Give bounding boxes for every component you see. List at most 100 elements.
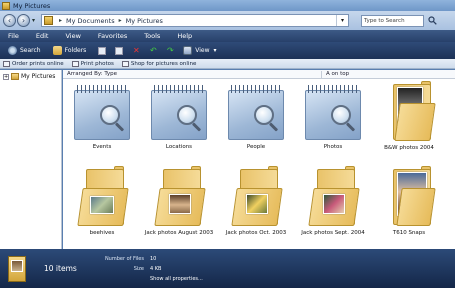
address-path-box[interactable]: ▸ My Documents ▸ My Pictures ▾ [41, 14, 350, 27]
order-prints-icon [3, 60, 10, 67]
item-label: Photos [323, 144, 343, 150]
menu-view[interactable]: View [65, 32, 80, 40]
printer-icon [71, 60, 79, 67]
search-icon [427, 16, 437, 25]
back-button[interactable]: ‹ [3, 14, 16, 27]
views-command-label: View [195, 47, 210, 54]
photo-folder-icon [307, 166, 360, 228]
menu-bar: File Edit View Favorites Tools Help [0, 30, 455, 42]
item-label: Events [92, 144, 112, 150]
search-command-button[interactable]: Search [8, 46, 41, 55]
file-list-pane: Arranged By: Type A on top Events Locati… [63, 70, 455, 249]
views-dropdown-icon[interactable]: ▾ [214, 47, 217, 54]
photo-album-icon [302, 84, 364, 142]
breadcrumb-my-documents[interactable]: My Documents [66, 17, 115, 25]
forward-arrow-icon: › [21, 16, 26, 25]
details-pane: 10 items Number of Files 10 Size 4 KB Sh… [0, 249, 455, 288]
pictures-folder-icon [2, 1, 10, 10]
details-properties: Number of Files 10 Size 4 KB Show all pr… [100, 256, 203, 282]
search-button[interactable] [426, 15, 438, 27]
item-label: T610 Snaps [392, 230, 426, 236]
item-label: Jack photos Oct. 2003 [225, 230, 287, 236]
redo-icon[interactable]: ↷ [166, 46, 174, 55]
photo-album-icon [225, 84, 287, 142]
window-title: My Pictures [13, 1, 51, 10]
task-print-photos[interactable]: Print photos [71, 60, 114, 67]
size-value: 4 KB [150, 265, 162, 272]
task-label: Print photos [80, 60, 114, 67]
undo-icon[interactable]: ↶ [149, 46, 157, 55]
command-bar: Search Folders ✕ ↶ ↷ View ▾ [0, 42, 455, 59]
album-item-locations[interactable]: Locations [141, 84, 217, 150]
arrange-by-label[interactable]: Arranged By: Type [67, 71, 117, 77]
title-bar: My Pictures [0, 0, 455, 11]
path-separator-icon[interactable]: ▸ [119, 17, 122, 24]
photo-folder-icon [230, 166, 283, 228]
search-icon [8, 46, 17, 55]
shop-icon [121, 60, 129, 67]
folder-tree-pane: + My Pictures [0, 70, 62, 249]
address-dropdown-icon[interactable]: ▾ [336, 15, 348, 26]
task-shop-pictures[interactable]: Shop for pictures online [121, 60, 197, 67]
menu-edit[interactable]: Edit [36, 32, 49, 40]
folder-item-jack-sept-2004[interactable]: Jack photos Sept. 2004 [295, 166, 371, 236]
folder-item-jack-aug-2003[interactable]: Jack photos August 2003 [141, 166, 217, 236]
folders-command-label: Folders [64, 47, 87, 54]
item-label: Jack photos Sept. 2004 [301, 230, 365, 236]
folder-item-bw-photos[interactable]: B&W photos 2004 [371, 81, 447, 151]
task-label: Shop for pictures online [130, 60, 197, 67]
photo-folder-icon [153, 166, 206, 228]
back-arrow-icon: ‹ [7, 16, 12, 25]
folders-command-button[interactable]: Folders [52, 46, 87, 55]
menu-help[interactable]: Help [177, 32, 192, 40]
menu-tools[interactable]: Tools [144, 32, 160, 40]
path-separator-icon[interactable]: ▸ [59, 17, 62, 24]
item-label: B&W photos 2004 [384, 145, 434, 151]
task-strip: Order prints online Print photos Shop fo… [0, 59, 455, 69]
item-count: 10 items [44, 264, 77, 273]
folder-item-jack-oct-2003[interactable]: Jack photos Oct. 2003 [218, 166, 294, 236]
show-all-properties-link[interactable]: Show all properties... [150, 276, 203, 282]
search-command-label: Search [20, 47, 41, 54]
sort-group-label[interactable]: A on top [321, 71, 454, 78]
history-dropdown-icon[interactable]: ▾ [32, 17, 35, 24]
pictures-folder-icon [6, 254, 28, 284]
breadcrumb-my-pictures[interactable]: My Pictures [126, 17, 163, 25]
menu-file[interactable]: File [8, 32, 19, 40]
folder-item-beehives[interactable]: beehives [64, 166, 140, 236]
folders-icon [52, 46, 62, 55]
task-label: Order prints online [12, 60, 64, 67]
task-order-prints[interactable]: Order prints online [3, 60, 64, 67]
photo-folder-icon [383, 166, 436, 228]
album-item-photos[interactable]: Photos [295, 84, 371, 150]
forward-button[interactable]: › [17, 14, 30, 27]
tree-item-label: My Pictures [21, 73, 56, 80]
copy-icon[interactable] [98, 46, 107, 55]
album-item-events[interactable]: Events [64, 84, 140, 150]
address-bar: ‹ › ▾ ▸ My Documents ▸ My Pictures ▾ Typ… [0, 11, 455, 30]
menu-favorites[interactable]: Favorites [98, 32, 127, 40]
tree-item-my-pictures[interactable]: + My Pictures [3, 73, 61, 80]
photo-album-icon [71, 84, 133, 142]
folder-item-t610-snaps[interactable]: T610 Snaps [371, 166, 447, 236]
item-label: Locations [165, 144, 193, 150]
folder-path-icon [44, 16, 54, 25]
paste-icon[interactable] [115, 46, 124, 55]
photo-folder-icon [383, 81, 436, 143]
items-grid: Events Locations People Photos B&W photo… [63, 81, 455, 249]
files-count-value: 10 [150, 255, 157, 262]
search-input[interactable]: Type to Search [361, 14, 425, 27]
files-count-label: Number of Files [104, 255, 144, 262]
delete-icon[interactable]: ✕ [132, 46, 140, 55]
expand-icon[interactable]: + [3, 73, 9, 80]
size-label: Size [133, 265, 144, 272]
views-command-button[interactable]: View ▾ [183, 46, 217, 55]
item-label: People [246, 144, 266, 150]
arrange-header: Arranged By: Type A on top [63, 70, 455, 79]
photo-album-icon [148, 84, 210, 142]
item-label: beehives [89, 230, 115, 236]
item-label: Jack photos August 2003 [144, 230, 214, 236]
folder-icon [11, 73, 19, 80]
album-item-people[interactable]: People [218, 84, 294, 150]
views-icon [183, 46, 193, 55]
